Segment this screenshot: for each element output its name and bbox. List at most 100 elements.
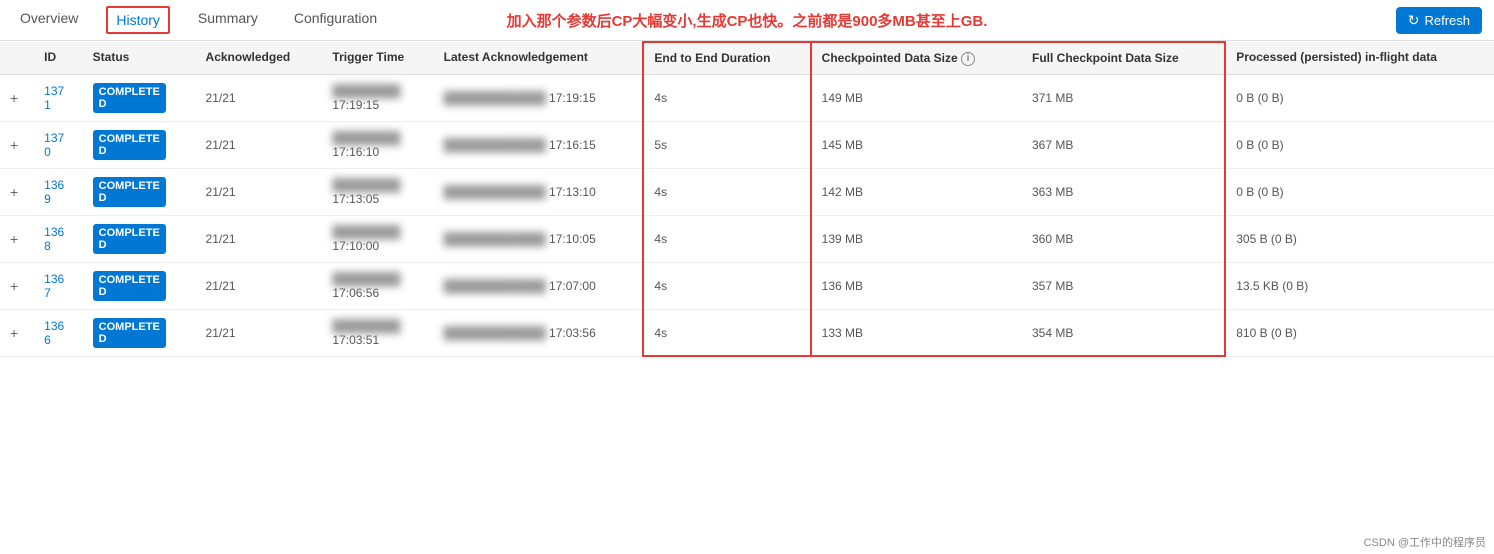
col-checkpointed-header: Checkpointed Data Size i (811, 42, 1022, 74)
latest-ack-blurred: ████████████ (444, 326, 546, 340)
row-acknowledged: 21/21 (196, 121, 323, 168)
row-checkpointed-size: 139 MB (811, 215, 1022, 262)
row-processed: 13.5 KB (0 B) (1225, 262, 1494, 309)
tab-bar: Overview History Summary Configuration (12, 6, 385, 34)
row-latest-ack: ████████████ 17:19:15 (434, 74, 644, 121)
row-trigger-time: ████████17:03:51 (322, 309, 433, 356)
latest-ack-blurred: ████████████ (444, 232, 546, 246)
row-full-checkpoint-size: 363 MB (1022, 168, 1225, 215)
col-status-header: Status (83, 42, 196, 74)
table-row: +1370COMPLETED21/21████████17:16:10█████… (0, 121, 1494, 168)
col-id-header: ID (34, 42, 83, 74)
row-trigger-time: ████████17:13:05 (322, 168, 433, 215)
row-duration: 4s (643, 74, 810, 121)
tab-overview[interactable]: Overview (12, 6, 86, 34)
row-latest-ack: ████████████ 17:03:56 (434, 309, 644, 356)
status-badge: COMPLETED (93, 130, 166, 160)
status-badge: COMPLETED (93, 271, 166, 301)
row-status: COMPLETED (83, 168, 196, 215)
trigger-date-blurred: ████████ (332, 319, 400, 333)
trigger-date-blurred: ████████ (332, 131, 400, 145)
refresh-label: Refresh (1424, 13, 1470, 28)
row-processed: 810 B (0 B) (1225, 309, 1494, 356)
status-badge: COMPLETED (93, 318, 166, 348)
trigger-date-blurred: ████████ (332, 178, 400, 192)
table-row: +1368COMPLETED21/21████████17:10:00█████… (0, 215, 1494, 262)
latest-ack-blurred: ████████████ (444, 138, 546, 152)
row-duration: 4s (643, 168, 810, 215)
table-row: +1367COMPLETED21/21████████17:06:56█████… (0, 262, 1494, 309)
row-full-checkpoint-size: 367 MB (1022, 121, 1225, 168)
row-status: COMPLETED (83, 262, 196, 309)
row-latest-ack: ████████████ 17:07:00 (434, 262, 644, 309)
row-checkpointed-size: 136 MB (811, 262, 1022, 309)
row-duration: 4s (643, 215, 810, 262)
row-duration: 4s (643, 309, 810, 356)
row-id: 1369 (34, 168, 83, 215)
table-row: +1369COMPLETED21/21████████17:13:05█████… (0, 168, 1494, 215)
col-processed-header: Processed (persisted) in-flight data (1225, 42, 1494, 74)
row-processed: 0 B (0 B) (1225, 121, 1494, 168)
row-checkpointed-size: 142 MB (811, 168, 1022, 215)
row-acknowledged: 21/21 (196, 262, 323, 309)
top-bar: Overview History Summary Configuration 加… (0, 0, 1494, 41)
row-full-checkpoint-size: 357 MB (1022, 262, 1225, 309)
row-full-checkpoint-size: 354 MB (1022, 309, 1225, 356)
row-acknowledged: 21/21 (196, 215, 323, 262)
trigger-date-blurred: ████████ (332, 84, 400, 98)
latest-ack-blurred: ████████████ (444, 185, 546, 199)
info-icon[interactable]: i (961, 52, 975, 66)
tab-history[interactable]: History (106, 6, 170, 34)
history-table: ID Status Acknowledged Trigger Time Late… (0, 41, 1494, 357)
watermark: CSDN @工作中的程序员 (1364, 534, 1486, 550)
tab-summary[interactable]: Summary (190, 6, 266, 34)
row-duration: 5s (643, 121, 810, 168)
expand-button[interactable]: + (10, 90, 18, 106)
row-latest-ack: ████████████ 17:13:10 (434, 168, 644, 215)
row-status: COMPLETED (83, 121, 196, 168)
row-checkpointed-size: 149 MB (811, 74, 1022, 121)
row-trigger-time: ████████17:19:15 (322, 74, 433, 121)
row-id: 1371 (34, 74, 83, 121)
col-trigger-header: Trigger Time (322, 42, 433, 74)
refresh-icon: ↻ (1408, 12, 1420, 29)
latest-ack-blurred: ████████████ (444, 279, 546, 293)
row-duration: 4s (643, 262, 810, 309)
status-badge: COMPLETED (93, 177, 166, 207)
row-acknowledged: 21/21 (196, 74, 323, 121)
table-row: +1366COMPLETED21/21████████17:03:51█████… (0, 309, 1494, 356)
row-processed: 305 B (0 B) (1225, 215, 1494, 262)
row-trigger-time: ████████17:16:10 (322, 121, 433, 168)
row-status: COMPLETED (83, 309, 196, 356)
row-status: COMPLETED (83, 74, 196, 121)
col-latest-ack-header: Latest Acknowledgement (434, 42, 644, 74)
expand-button[interactable]: + (10, 231, 18, 247)
table-row: +1371 COMPLETED 21/21████████17:19:15█████… (0, 74, 1494, 121)
status-badge: COMPLETED (93, 83, 166, 113)
row-checkpointed-size: 145 MB (811, 121, 1022, 168)
expand-button[interactable]: + (10, 325, 18, 341)
expand-button[interactable]: + (10, 278, 18, 294)
expand-button[interactable]: + (10, 137, 18, 153)
status-badge: COMPLETED (93, 224, 166, 254)
row-checkpointed-size: 133 MB (811, 309, 1022, 356)
row-trigger-time: ████████17:06:56 (322, 262, 433, 309)
row-latest-ack: ████████████ 17:16:15 (434, 121, 644, 168)
col-acknowledged-header: Acknowledged (196, 42, 323, 74)
row-id: 1366 (34, 309, 83, 356)
trigger-date-blurred: ████████ (332, 225, 400, 239)
history-table-container: ID Status Acknowledged Trigger Time Late… (0, 41, 1494, 357)
trigger-date-blurred: ████████ (332, 272, 400, 286)
col-end-to-end-header: End to End Duration (643, 42, 810, 74)
row-latest-ack: ████████████ 17:10:05 (434, 215, 644, 262)
row-trigger-time: ████████17:10:00 (322, 215, 433, 262)
refresh-button[interactable]: ↻ Refresh (1396, 7, 1482, 34)
row-id: 1370 (34, 121, 83, 168)
row-full-checkpoint-size: 360 MB (1022, 215, 1225, 262)
expand-button[interactable]: + (10, 184, 18, 200)
row-status: COMPLETED (83, 215, 196, 262)
row-processed: 0 B (0 B) (1225, 74, 1494, 121)
tab-configuration[interactable]: Configuration (286, 6, 385, 34)
row-id: 1367 (34, 262, 83, 309)
row-acknowledged: 21/21 (196, 309, 323, 356)
